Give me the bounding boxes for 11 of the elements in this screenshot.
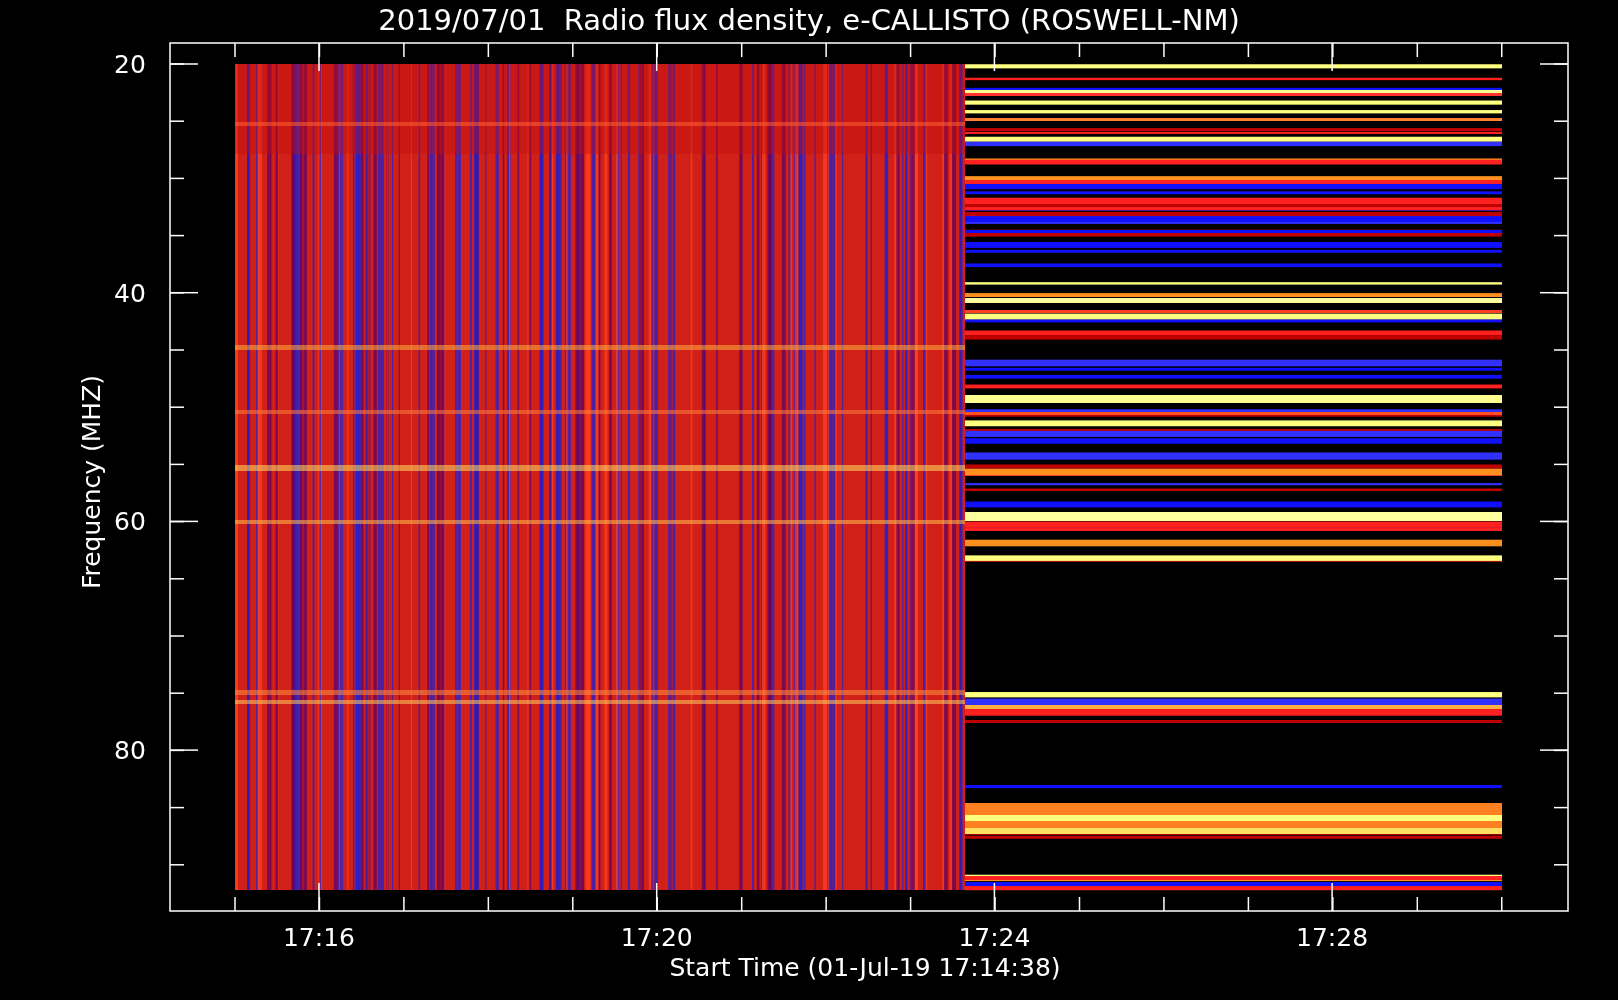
x-tick-label: 17:24 [958, 923, 1031, 952]
x-tick-label: 17:20 [620, 923, 693, 952]
x-axis-label: Start Time (01-Jul-19 17:14:38) [669, 953, 1061, 982]
y-tick-label: 60 [114, 507, 146, 537]
y-tick-label: 40 [114, 278, 146, 308]
y-tick-label: 20 [114, 50, 146, 79]
y-axis-label: Frequency (MHZ) [77, 374, 106, 590]
chart-title: 2019/07/01 Radio flux density, e-CALLISTO (ROSWELL-NM) [378, 3, 1240, 37]
y-tick-label: 80 [114, 736, 146, 766]
x-tick-label: 17:16 [283, 923, 355, 952]
x-tick-label: 17:28 [1296, 923, 1369, 952]
